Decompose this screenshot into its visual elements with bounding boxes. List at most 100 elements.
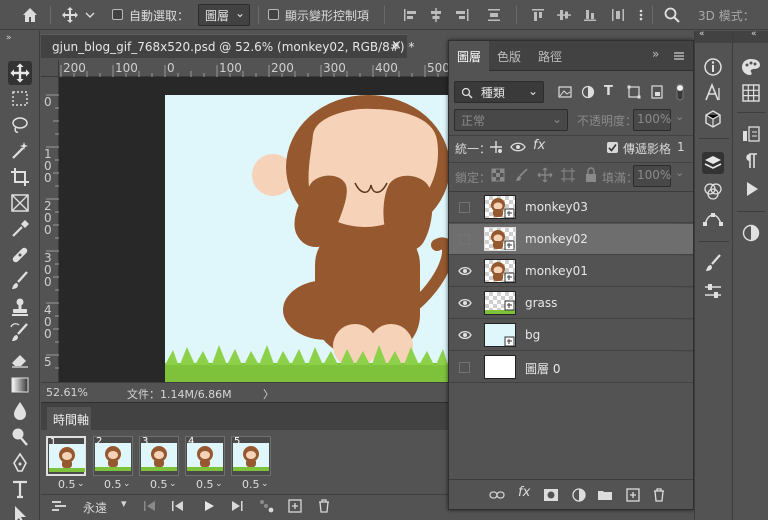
collapse-panel-icon[interactable]: » [652,47,659,61]
layer-row[interactable]: bg [449,320,693,351]
pen-tool-icon[interactable] [8,451,32,475]
dodge-tool-icon[interactable] [8,425,32,449]
adjustments-icon[interactable] [740,222,762,244]
eyedropper-tool-icon[interactable] [8,217,32,241]
lock-all-icon[interactable] [584,167,598,183]
collapse-icon[interactable]: » [6,33,12,43]
chevron-down-icon[interactable]: ⌄ [77,479,85,489]
new-group-icon[interactable] [597,487,613,503]
timeline-frame[interactable]: 5 [231,436,271,476]
type-tool-icon[interactable] [8,477,32,501]
character-icon[interactable] [702,82,724,104]
healing-brush-tool-icon[interactable] [8,243,32,267]
channels-icon[interactable] [702,180,724,202]
timeline-frame[interactable]: 3 [139,436,179,476]
tab-paths[interactable]: 路徑 [538,48,562,65]
eraser-tool-icon[interactable] [8,347,32,371]
frame-delay[interactable]: 0.5 [58,478,76,491]
blur-tool-icon[interactable] [8,399,32,423]
panel-menu-icon[interactable] [673,50,685,62]
collapse-icon[interactable]: « [699,29,705,39]
brush-tool-icon[interactable] [8,269,32,293]
unify-position-icon[interactable] [487,139,505,155]
fill-input[interactable]: 100% [633,165,671,187]
status-menu-arrow[interactable]: 〉 [263,386,274,402]
align-bottom-icon[interactable] [580,5,600,25]
frame-delay[interactable]: 0.5 [242,478,260,491]
previous-frame-icon[interactable] [171,500,185,512]
next-frame-icon[interactable] [230,500,244,512]
layer-row[interactable]: monkey02 [449,224,693,255]
frame-delay[interactable]: 0.5 [104,478,122,491]
paths-icon[interactable] [702,208,724,230]
path-selection-tool-icon[interactable] [8,503,32,520]
visibility-toggle[interactable] [459,202,470,213]
lock-position-icon[interactable] [537,167,553,183]
move-tool-icon[interactable] [60,5,80,25]
layer-style-icon[interactable]: fx [518,485,530,500]
blend-mode-dropdown[interactable]: 正常 ⌄ [454,109,568,131]
align-vcenter-icon[interactable] [554,5,574,25]
chevron-down-icon[interactable] [84,5,96,25]
distribute-horizontal-icon[interactable] [608,5,628,25]
close-icon[interactable]: × [391,38,402,53]
filter-smart-object-icon[interactable] [649,84,665,100]
lock-pixels-icon[interactable] [515,168,529,182]
layer-row[interactable]: monkey01 [449,256,693,287]
filter-pixel-icon[interactable] [557,84,573,100]
dock-header[interactable]: « [695,29,732,43]
history-icon[interactable] [740,122,762,144]
chevron-down-icon[interactable]: ▾ [121,497,127,510]
unify-visibility-icon[interactable] [510,139,528,155]
play-icon[interactable] [202,499,216,513]
filter-shape-icon[interactable] [626,84,642,100]
crop-tool-icon[interactable] [8,165,32,189]
chevron-down-icon[interactable]: ⌄ [675,110,684,123]
filter-toggle-switch[interactable] [674,82,686,102]
distribute-vertical-icon[interactable] [484,5,504,25]
lock-transparent-icon[interactable] [491,168,505,182]
filter-adjustment-icon[interactable] [580,84,596,100]
layer-name[interactable]: monkey01 [525,264,588,278]
new-layer-icon[interactable] [625,487,641,503]
transform-controls-checkbox[interactable] [268,9,279,20]
eye-icon[interactable] [458,265,472,277]
layer-name[interactable]: grass [525,296,557,310]
delete-layer-icon[interactable] [651,487,667,503]
layer-name[interactable]: bg [525,328,540,342]
loop-options-dropdown[interactable]: 永遠 [83,499,107,516]
timeline-frame[interactable]: 1 [46,436,86,476]
convert-timeline-icon[interactable] [51,498,67,514]
add-mask-icon[interactable] [543,487,559,503]
layer-row[interactable]: monkey03 [449,192,693,223]
chevron-down-icon[interactable]: ⌄ [261,479,269,489]
eye-icon[interactable] [458,329,472,341]
chevron-down-icon[interactable]: ⌄ [215,479,223,489]
search-icon[interactable] [662,5,682,25]
chevron-down-icon[interactable]: ⌄ [169,479,177,489]
ruler-origin[interactable] [41,60,59,77]
more-options-icon[interactable] [636,5,646,25]
align-top-icon[interactable] [528,5,548,25]
dock-header[interactable]: « [733,29,768,43]
chevron-down-icon[interactable]: ⌄ [675,166,684,179]
layer-filter-dropdown[interactable]: 種類 ⌄ [454,81,544,103]
frame-tool-icon[interactable] [8,191,32,215]
vertical-ruler[interactable]: 0 1 0 0 2 0 0 3 0 0 4 0 0 5 [41,77,59,382]
layer-row[interactable]: grass [449,288,693,319]
collapse-icon[interactable]: « [751,29,757,39]
adjustment-layer-icon[interactable] [571,487,587,503]
color-palette-icon[interactable] [740,56,762,78]
align-hcenter-icon[interactable] [426,5,446,25]
align-right-icon[interactable] [452,5,472,25]
chevron-down-icon[interactable]: ⌄ [123,479,131,489]
lasso-tool-icon[interactable] [8,113,32,137]
gradient-tool-icon[interactable] [8,373,32,397]
home-icon[interactable] [20,5,40,25]
tab-layers[interactable]: 圖層 [457,48,481,65]
auto-select-target-dropdown[interactable]: 圖層 ⌄ [198,4,250,26]
magic-wand-tool-icon[interactable] [8,139,32,163]
delete-frame-icon[interactable] [316,498,332,514]
tab-channels[interactable]: 色版 [497,48,521,65]
tween-icon[interactable] [259,499,275,513]
